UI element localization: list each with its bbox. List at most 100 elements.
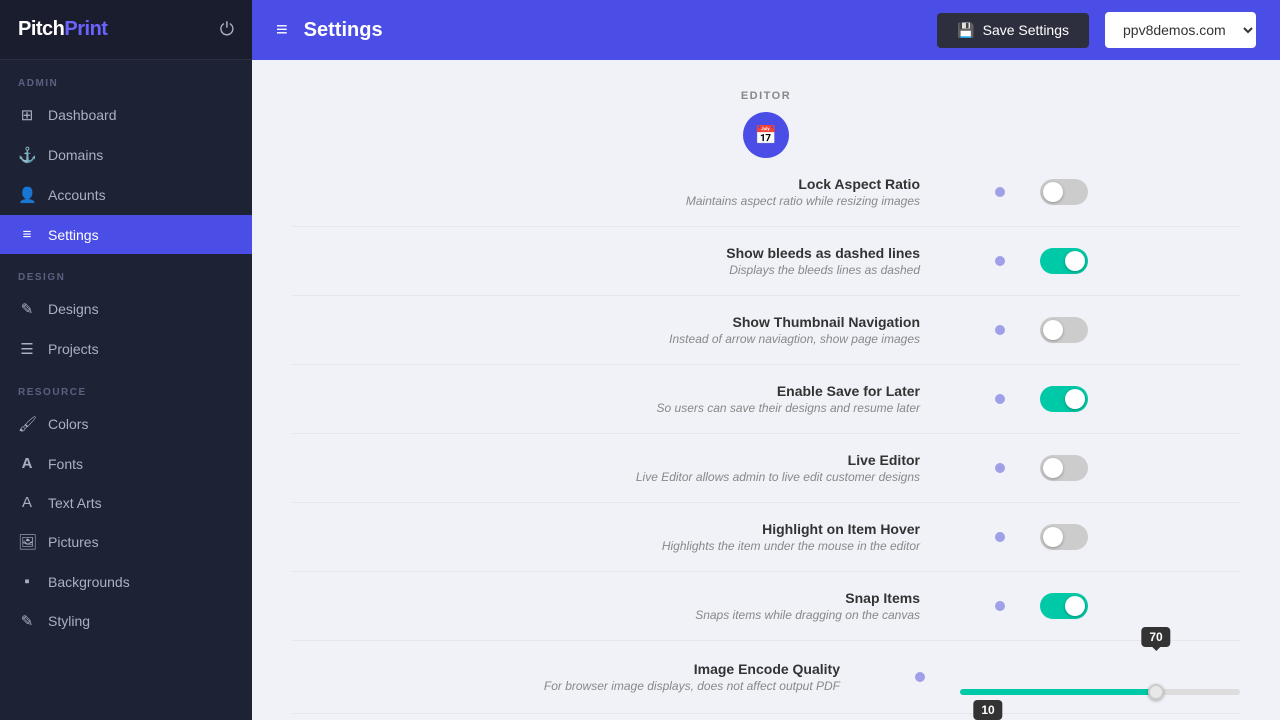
list-icon: ☰ [18,340,36,358]
sidebar-item-designs[interactable]: ✎ Designs [0,289,252,329]
topbar-menu-icon: ≡ [276,19,288,42]
slider-track-image-encode-quality [960,689,1240,695]
bg-icon: ▪ [18,573,36,590]
sidebar-item-label: Styling [48,613,90,629]
resource-section-label: RESOURCE [0,369,252,404]
page-title: Settings [304,19,383,42]
sidebar-item-colors[interactable]: 🖌 Colors [0,404,252,444]
sidebar-item-label: Text Arts [48,495,102,511]
sidebar-item-label: Settings [48,227,99,243]
setting-control-enable-save-later [1040,386,1240,412]
setting-control-live-editor [1040,455,1240,481]
sidebar-item-settings[interactable]: ≡ Settings [0,215,252,254]
connector-dot [995,532,1005,542]
slider-image-encode-quality[interactable]: 70 [960,659,1240,695]
setting-control-show-thumbnail [1040,317,1240,343]
setting-name-highlight-hover: Highlight on Item Hover [292,521,920,537]
setting-desc-highlight-hover: Highlights the item under the mouse in t… [292,539,920,553]
setting-desc-show-bleeds: Displays the bleeds lines as dashed [292,263,920,277]
sidebar-item-fonts[interactable]: A Fonts [0,444,252,483]
sidebar-item-label: Pictures [48,534,99,550]
slider-tooltip-snap-range: 10 [973,700,1002,720]
sidebar-item-styling[interactable]: ✎ Styling [0,601,252,641]
setting-row-enable-save-later: Enable Save for Later So users can save … [292,365,1240,434]
picture-icon: 🖼 [18,533,36,551]
connector-dot [995,601,1005,611]
toggle-lock-aspect-ratio[interactable] [1040,179,1088,205]
sidebar-item-backgrounds[interactable]: ▪ Backgrounds [0,562,252,601]
connector-dot [995,187,1005,197]
domain-selector[interactable]: ppv8demos.com [1105,12,1256,48]
sidebar-item-label: Accounts [48,187,106,203]
settings-list: Lock Aspect Ratio Maintains aspect ratio… [292,158,1240,720]
toggle-show-thumbnail[interactable] [1040,317,1088,343]
sidebar-item-domains[interactable]: ⚓ Domains [0,135,252,175]
connector-dot [995,394,1005,404]
connector-dot [995,463,1005,473]
sidebar-item-dashboard[interactable]: ⊞ Dashboard [0,95,252,135]
toggle-enable-save-later[interactable] [1040,386,1088,412]
setting-row-show-bleeds: Show bleeds as dashed lines Displays the… [292,227,1240,296]
setting-control-lock-aspect-ratio [1040,179,1240,205]
topbar: ≡ Settings 💾 Save Settings ppv8demos.com [252,0,1280,60]
setting-row-live-editor: Live Editor Live Editor allows admin to … [292,434,1240,503]
setting-desc-show-thumbnail: Instead of arrow naviagtion, show page i… [292,332,920,346]
toggle-snap-items[interactable] [1040,593,1088,619]
power-icon[interactable]: ⏻ [220,19,234,40]
setting-name-enable-save-later: Enable Save for Later [292,383,920,399]
paintbrush-icon: 🖌 [18,415,36,433]
setting-desc-snap-items: Snaps items while dragging on the canvas [292,608,920,622]
logo: PitchPrint [18,18,107,41]
sidebar-item-label: Colors [48,416,88,432]
admin-section-label: ADMIN [0,60,252,95]
setting-control-highlight-hover [1040,524,1240,550]
sidebar-item-projects[interactable]: ☰ Projects [0,329,252,369]
setting-name-image-encode-quality: Image Encode Quality [292,661,840,677]
setting-control-image-encode-quality: 70 [960,659,1240,695]
editor-icon: 📅 [743,112,789,158]
setting-row-image-encode-quality: Image Encode Quality For browser image d… [292,641,1240,714]
sidebar-item-label: Designs [48,301,99,317]
toggle-show-bleeds[interactable] [1040,248,1088,274]
main-content: EDITOR 📅 Lock Aspect Ratio Maintains asp… [252,0,1280,720]
sidebar-item-label: Fonts [48,456,83,472]
editor-label: EDITOR [741,90,791,102]
setting-desc-image-encode-quality: For browser image displays, does not aff… [292,679,840,693]
setting-desc-live-editor: Live Editor allows admin to live edit cu… [292,470,920,484]
sidebar-item-label: Dashboard [48,107,117,123]
toggle-highlight-hover[interactable] [1040,524,1088,550]
anchor-icon: ⚓ [18,146,36,164]
slider-tooltip-image-encode-quality: 70 [1141,627,1170,647]
connector-dot [995,325,1005,335]
user-icon: 👤 [18,186,36,204]
setting-row-highlight-hover: Highlight on Item Hover Highlights the i… [292,503,1240,572]
setting-name-show-bleeds: Show bleeds as dashed lines [292,245,920,261]
grid-icon: ⊞ [18,106,36,124]
setting-control-show-bleeds [1040,248,1240,274]
design-section-label: DESIGN [0,254,252,289]
setting-desc-enable-save-later: So users can save their designs and resu… [292,401,920,415]
setting-row-snap-items: Snap Items Snaps items while dragging on… [292,572,1240,641]
textart-icon: A [18,494,36,511]
setting-row-snap-range: Snap Range Range in pixels for object sn… [292,714,1240,720]
setting-name-live-editor: Live Editor [292,452,920,468]
sidebar-item-label: Backgrounds [48,574,130,590]
sidebar: PitchPrint ⏻ ADMIN ⊞ Dashboard ⚓ Domains… [0,0,252,720]
setting-row-lock-aspect-ratio: Lock Aspect Ratio Maintains aspect ratio… [292,158,1240,227]
sidebar-header: PitchPrint ⏻ [0,0,252,60]
slider-thumb-image-encode-quality[interactable] [1148,684,1164,700]
save-icon: 💾 [957,22,974,39]
sidebar-item-textarts[interactable]: A Text Arts [0,483,252,522]
font-icon: A [18,455,36,472]
sidebar-item-label: Projects [48,341,99,357]
setting-name-snap-items: Snap Items [292,590,920,606]
pencil-icon: ✎ [18,300,36,318]
setting-row-show-thumbnail: Show Thumbnail Navigation Instead of arr… [292,296,1240,365]
sidebar-item-accounts[interactable]: 👤 Accounts [0,175,252,215]
toggle-live-editor[interactable] [1040,455,1088,481]
save-settings-button[interactable]: 💾 Save Settings [937,13,1089,48]
sidebar-item-label: Domains [48,147,103,163]
setting-control-snap-items [1040,593,1240,619]
sidebar-item-pictures[interactable]: 🖼 Pictures [0,522,252,562]
connector-dot [995,256,1005,266]
